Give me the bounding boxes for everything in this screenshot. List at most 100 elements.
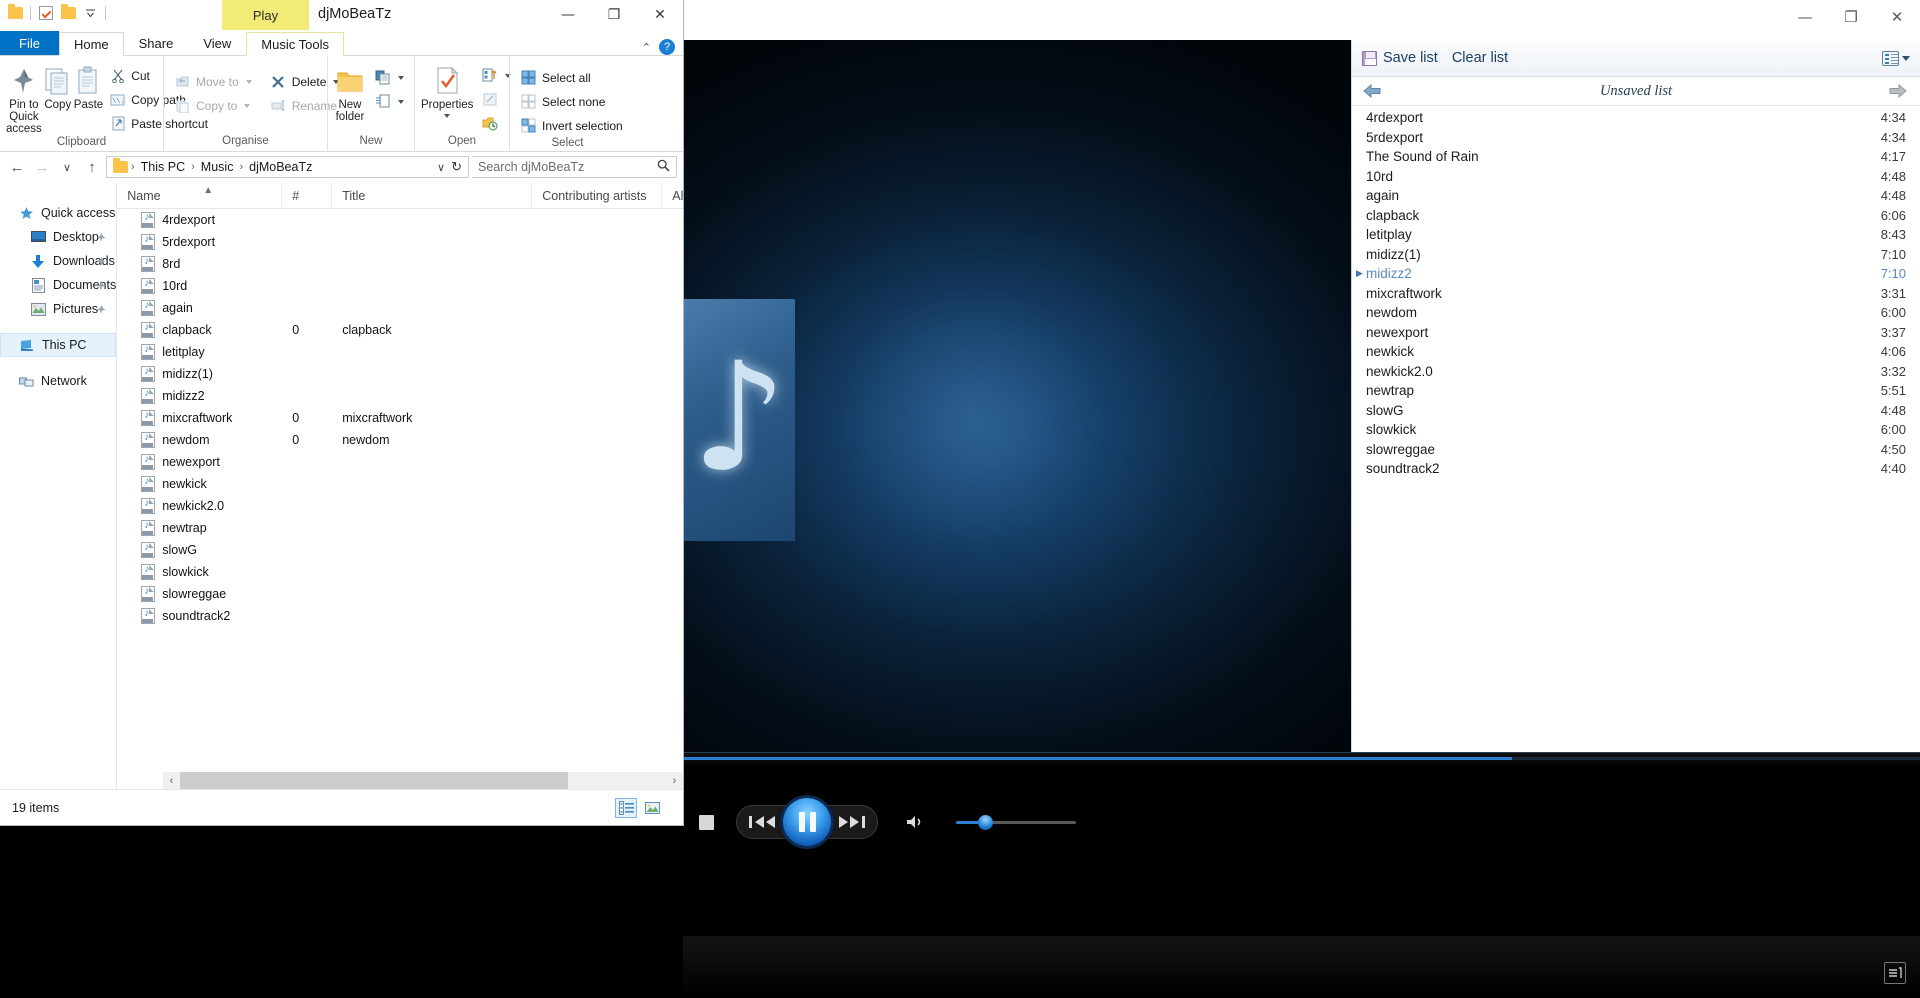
volume-thumb[interactable]: [977, 815, 993, 830]
qat-properties-check-icon[interactable]: [37, 4, 55, 22]
recent-locations-button[interactable]: ∨: [56, 156, 78, 178]
up-button[interactable]: ↑: [81, 156, 103, 178]
playlist-item[interactable]: slowG 4:48: [1352, 401, 1920, 421]
table-row[interactable]: ♪ slowG: [117, 539, 683, 561]
mute-button[interactable]: [900, 806, 932, 838]
playlist-item[interactable]: again 4:48: [1352, 186, 1920, 206]
wmp-minimize-button[interactable]: —: [1782, 0, 1828, 34]
playlist-item[interactable]: slowkick 6:00: [1352, 420, 1920, 440]
list-options-icon[interactable]: [1882, 50, 1899, 66]
table-row[interactable]: ♪ 10rd: [117, 275, 683, 297]
explorer-close-button[interactable]: ✕: [637, 0, 683, 30]
pin-icon[interactable]: [96, 232, 107, 243]
arrow-right-icon[interactable]: [1888, 83, 1910, 99]
nav-item-network[interactable]: Network: [0, 369, 116, 393]
playlist-item[interactable]: The Sound of Rain 4:17: [1352, 147, 1920, 167]
playlist-item[interactable]: letitplay 8:43: [1352, 225, 1920, 245]
file-rows[interactable]: ♪ 4rdexport ♪ 5rdexport ♪ 8rd ♪ 10rd ♪ again ♪ clap…: [117, 209, 683, 627]
nav-item-pictures[interactable]: Pictures: [0, 297, 116, 321]
collapse-ribbon-icon[interactable]: ⌃: [642, 41, 651, 54]
forward-button[interactable]: →: [31, 156, 53, 178]
playlist-item[interactable]: 10rd 4:48: [1352, 167, 1920, 187]
chevron-down-icon[interactable]: [398, 99, 404, 104]
table-row[interactable]: ♪ newkick2.0: [117, 495, 683, 517]
select-none-button[interactable]: Select none: [516, 91, 627, 112]
pin-to-quick-access-button[interactable]: Pin to Quick access: [6, 61, 42, 135]
save-list-button[interactable]: Save list: [1362, 50, 1438, 66]
stop-button[interactable]: [688, 804, 724, 840]
invert-selection-button[interactable]: Invert selection: [516, 115, 627, 136]
table-row[interactable]: ♪ newkick: [117, 473, 683, 495]
paste-button[interactable]: Paste: [74, 61, 103, 111]
chevron-down-icon[interactable]: [398, 75, 404, 80]
playlist-item[interactable]: soundtrack2 4:40: [1352, 459, 1920, 479]
horizontal-scrollbar[interactable]: ‹ ›: [163, 772, 683, 789]
playlist-item[interactable]: newkick 4:06: [1352, 342, 1920, 362]
new-item-button[interactable]: [370, 67, 408, 88]
breadcrumb-music[interactable]: Music: [197, 160, 238, 174]
table-row[interactable]: ♪ mixcraftwork 0 mixcraftwork: [117, 407, 683, 429]
column-header-[interactable]: #: [282, 182, 333, 209]
qat-new-folder-icon[interactable]: [59, 4, 77, 22]
back-button[interactable]: ←: [6, 156, 28, 178]
volume-slider[interactable]: [956, 812, 1076, 832]
table-row[interactable]: ♪ letitplay: [117, 341, 683, 363]
table-row[interactable]: ♪ 8rd: [117, 253, 683, 275]
playlist-item[interactable]: 5rdexport 4:34: [1352, 128, 1920, 148]
wmp-close-button[interactable]: ✕: [1874, 0, 1920, 34]
chevron-down-icon[interactable]: [444, 114, 451, 118]
table-row[interactable]: ♪ midizz(1): [117, 363, 683, 385]
column-header-albu[interactable]: Albu: [662, 183, 683, 209]
move-to-button[interactable]: Move to: [170, 71, 256, 92]
tab-share[interactable]: Share: [124, 31, 189, 55]
scroll-left-button[interactable]: ‹: [163, 772, 180, 789]
playlist-item[interactable]: mixcraftwork 3:31: [1352, 284, 1920, 304]
playlist-item[interactable]: newdom 6:00: [1352, 303, 1920, 323]
breadcrumb-djmobeatz[interactable]: djMoBeaTz: [245, 160, 316, 174]
chevron-down-icon[interactable]: [1902, 55, 1910, 61]
next-button[interactable]: [825, 806, 877, 838]
pause-button[interactable]: [783, 798, 831, 846]
search-icon[interactable]: [657, 159, 670, 175]
table-row[interactable]: ♪ 5rdexport: [117, 231, 683, 253]
wmp-restore-button[interactable]: ❐: [1828, 0, 1874, 34]
table-row[interactable]: ♪ newtrap: [117, 517, 683, 539]
qat-customize-dropdown-icon[interactable]: [81, 4, 99, 22]
explorer-minimize-button[interactable]: —: [545, 0, 591, 30]
table-row[interactable]: ♪ slowreggae: [117, 583, 683, 605]
scrollbar-thumb[interactable]: [180, 772, 568, 789]
help-icon[interactable]: ?: [659, 39, 675, 55]
nav-item-documents[interactable]: Documents: [0, 273, 116, 297]
breadcrumb[interactable]: › This PC › Music › djMoBeaTz ∨ ↻: [106, 156, 469, 178]
pin-icon[interactable]: [96, 304, 107, 315]
column-header-title[interactable]: Title: [332, 182, 533, 209]
copy-to-button[interactable]: Copy to: [170, 95, 256, 116]
table-row[interactable]: ♪ newdom 0 newdom: [117, 429, 683, 451]
table-row[interactable]: ♪ soundtrack2: [117, 605, 683, 627]
column-header-name[interactable]: Name: [117, 182, 283, 209]
table-row[interactable]: ♪ newexport: [117, 451, 683, 473]
new-folder-button[interactable]: New folder: [334, 61, 366, 123]
pin-icon[interactable]: [96, 256, 107, 267]
tab-file[interactable]: File: [0, 31, 59, 55]
large-icons-view-button[interactable]: [641, 798, 663, 818]
nav-item-this-pc[interactable]: This PC: [0, 333, 117, 357]
column-header-contributing-artists[interactable]: Contributing artists: [532, 182, 663, 209]
playlist-item[interactable]: clapback 6:06: [1352, 206, 1920, 226]
tab-view[interactable]: View: [188, 31, 246, 55]
playlist-item[interactable]: ▶ midizz2 7:10: [1352, 264, 1920, 284]
explorer-maximize-button[interactable]: ❐: [591, 0, 637, 30]
nav-item-quick-access[interactable]: Quick access: [0, 201, 116, 225]
clear-list-button[interactable]: Clear list: [1452, 50, 1508, 66]
tab-music-tools[interactable]: Music Tools: [246, 32, 344, 56]
breadcrumb-this-pc[interactable]: This PC: [137, 160, 189, 174]
playlist-items[interactable]: 4rdexport 4:34 5rdexport 4:34 The Sound of R…: [1352, 106, 1920, 752]
arrow-left-icon[interactable]: [1362, 83, 1384, 99]
search-input[interactable]: Search djMoBeaTz: [472, 156, 677, 178]
pin-icon[interactable]: [96, 280, 107, 291]
tab-home[interactable]: Home: [58, 32, 124, 56]
playlist-item[interactable]: newkick2.0 3:32: [1352, 362, 1920, 382]
copy-button[interactable]: Copy: [44, 61, 72, 111]
select-all-button[interactable]: Select all: [516, 67, 627, 88]
table-row[interactable]: ♪ clapback 0 clapback: [117, 319, 683, 341]
